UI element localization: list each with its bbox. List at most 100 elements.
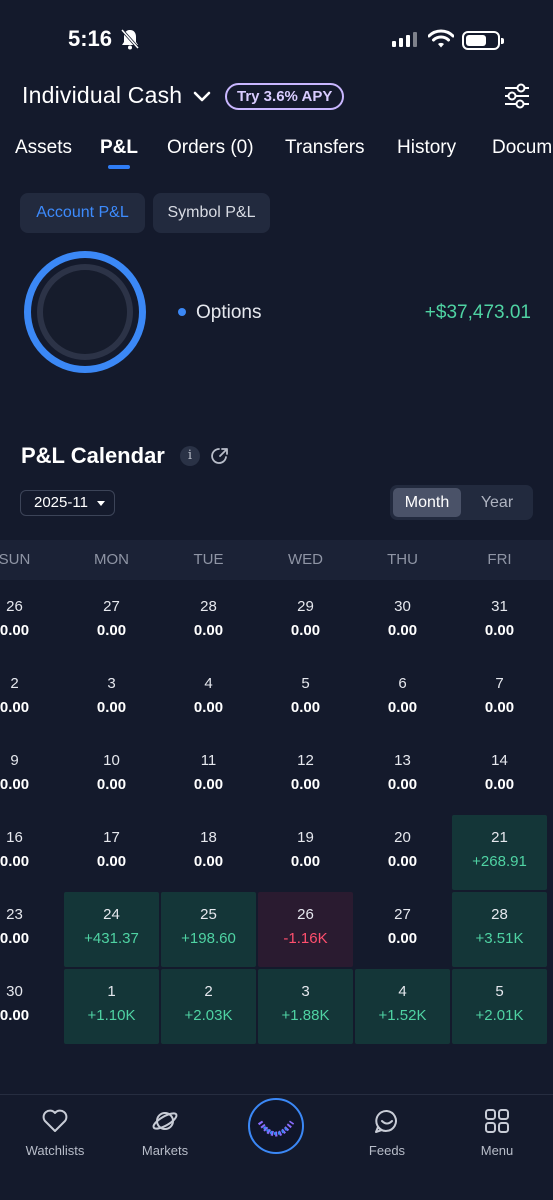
day-pnl-value: 0.00	[387, 853, 418, 870]
calendar-day-cell[interactable]: 6 0.00	[355, 661, 450, 736]
calendar-day-cell[interactable]: 2 0.00	[0, 661, 62, 736]
calendar-day-cell[interactable]: 25 +198.60	[161, 892, 256, 967]
day-number: 28	[200, 598, 217, 615]
calendar-day-cell[interactable]: 18 0.00	[161, 815, 256, 890]
calendar-day-cell[interactable]: 12 0.00	[258, 738, 353, 813]
toggle-year[interactable]: Year	[464, 488, 530, 517]
day-pnl-value: 0.00	[193, 776, 224, 793]
calendar-day-cell[interactable]: 3 +1.88K	[258, 969, 353, 1044]
calendar-day-cell[interactable]: 29 0.00	[258, 584, 353, 659]
day-number: 17	[103, 829, 120, 846]
apy-badge[interactable]: Try 3.6% APY	[225, 83, 345, 110]
day-pnl-value: 0.00	[484, 776, 515, 793]
day-number: 26	[297, 906, 314, 923]
subtab-account-pnl[interactable]: Account P&L	[20, 193, 145, 233]
calendar-day-cell[interactable]: 17 0.00	[64, 815, 159, 890]
calendar-day-cell[interactable]: 3 0.00	[64, 661, 159, 736]
grid-icon	[485, 1109, 509, 1133]
day-pnl-value: -1.16K	[283, 930, 328, 947]
tab-orders[interactable]: Orders (0)	[167, 137, 254, 159]
calendar-day-cell[interactable]: 7 0.00	[452, 661, 547, 736]
weekday-fri: FRI	[487, 551, 512, 568]
calendar-day-cell[interactable]: 4 +1.52K	[355, 969, 450, 1044]
calendar-day-cell[interactable]: 11 0.00	[161, 738, 256, 813]
month-select[interactable]: 2025-11	[20, 490, 115, 516]
day-number: 5	[301, 675, 310, 692]
chevron-down-icon[interactable]	[192, 86, 212, 111]
day-number: 25	[200, 906, 217, 923]
day-pnl-value: +1.88K	[281, 1007, 330, 1024]
day-number: 6	[398, 675, 407, 692]
calendar-day-cell[interactable]: 10 0.00	[64, 738, 159, 813]
calendar-day-cell[interactable]: 20 0.00	[355, 815, 450, 890]
center-home-button[interactable]	[248, 1098, 304, 1154]
calendar-day-cell[interactable]: 28 +3.51K	[452, 892, 547, 967]
status-time: 5:16	[68, 26, 113, 51]
calendar-day-cell[interactable]: 14 0.00	[452, 738, 547, 813]
calendar-day-cell[interactable]: 1 +1.10K	[64, 969, 159, 1044]
nav-label: Feeds	[368, 1143, 406, 1158]
calendar-day-cell[interactable]: 27 0.00	[64, 584, 159, 659]
calendar-day-cell[interactable]: 5 +2.01K	[452, 969, 547, 1044]
calendar-day-cell[interactable]: 23 0.00	[0, 892, 62, 967]
account-selector[interactable]: Individual Cash	[22, 82, 182, 109]
day-number: 23	[6, 906, 23, 923]
calendar-day-cell[interactable]: 16 0.00	[0, 815, 62, 890]
weekday-wed: WED	[288, 551, 323, 568]
calendar-day-cell[interactable]: 21 +268.91	[452, 815, 547, 890]
day-pnl-value: 0.00	[387, 622, 418, 639]
day-number: 30	[6, 983, 23, 1000]
day-pnl-value: 0.00	[290, 853, 321, 870]
planet-icon	[152, 1112, 178, 1130]
calendar-day-cell[interactable]: 31 0.00	[452, 584, 547, 659]
tab-history[interactable]: History	[397, 137, 456, 159]
day-number: 24	[103, 906, 120, 923]
nav-feeds[interactable]: Feeds	[342, 1108, 432, 1158]
calendar-day-cell[interactable]: 30 0.00	[0, 969, 62, 1044]
day-number: 3	[301, 983, 310, 1000]
nav-watchlists[interactable]: Watchlists	[10, 1108, 100, 1158]
subtab-symbol-pnl[interactable]: Symbol P&L	[153, 193, 270, 233]
day-number: 11	[200, 752, 217, 769]
day-number: 12	[297, 752, 314, 769]
tab-assets[interactable]: Assets	[15, 137, 72, 159]
calendar-day-cell[interactable]: 30 0.00	[355, 584, 450, 659]
calendar-day-cell[interactable]: 5 0.00	[258, 661, 353, 736]
day-pnl-value: +1.52K	[378, 1007, 427, 1024]
smile-chat-icon	[375, 1109, 397, 1133]
day-number: 4	[204, 675, 213, 692]
day-pnl-value: 0.00	[0, 776, 30, 793]
weekday-tue: TUE	[193, 551, 224, 568]
calendar-day-cell[interactable]: 26 -1.16K	[258, 892, 353, 967]
tab-pnl[interactable]: P&L	[100, 137, 138, 159]
calendar-day-cell[interactable]: 9 0.00	[0, 738, 62, 813]
day-pnl-value: +2.03K	[184, 1007, 233, 1024]
calendar-day-cell[interactable]: 19 0.00	[258, 815, 353, 890]
tab-documents[interactable]: Docum	[492, 137, 552, 159]
nav-menu[interactable]: Menu	[452, 1108, 542, 1158]
nav-label: Markets	[141, 1143, 189, 1158]
day-pnl-value: +3.51K	[475, 930, 524, 947]
calendar-day-cell[interactable]: 2 +2.03K	[161, 969, 256, 1044]
share-icon[interactable]	[210, 446, 230, 471]
toggle-month[interactable]: Month	[393, 488, 461, 517]
tab-transfers[interactable]: Transfers	[285, 137, 365, 159]
day-pnl-value: 0.00	[290, 699, 321, 716]
calendar-day-cell[interactable]: 4 0.00	[161, 661, 256, 736]
calendar-day-cell[interactable]: 13 0.00	[355, 738, 450, 813]
day-pnl-value: 0.00	[96, 699, 127, 716]
signal-icon	[392, 32, 417, 47]
day-pnl-value: 0.00	[0, 699, 30, 716]
calendar-day-cell[interactable]: 28 0.00	[161, 584, 256, 659]
day-pnl-value: 0.00	[387, 699, 418, 716]
day-number: 19	[297, 829, 314, 846]
nav-markets[interactable]: Markets	[120, 1108, 210, 1158]
calendar-day-cell[interactable]: 26 0.00	[0, 584, 62, 659]
day-number: 14	[491, 752, 508, 769]
day-number: 27	[394, 906, 411, 923]
calendar-day-cell[interactable]: 24 +431.37	[64, 892, 159, 967]
calendar-day-cell[interactable]: 27 0.00	[355, 892, 450, 967]
day-number: 4	[398, 983, 407, 1000]
filter-icon[interactable]	[503, 83, 531, 114]
info-icon[interactable]: i	[180, 446, 200, 466]
